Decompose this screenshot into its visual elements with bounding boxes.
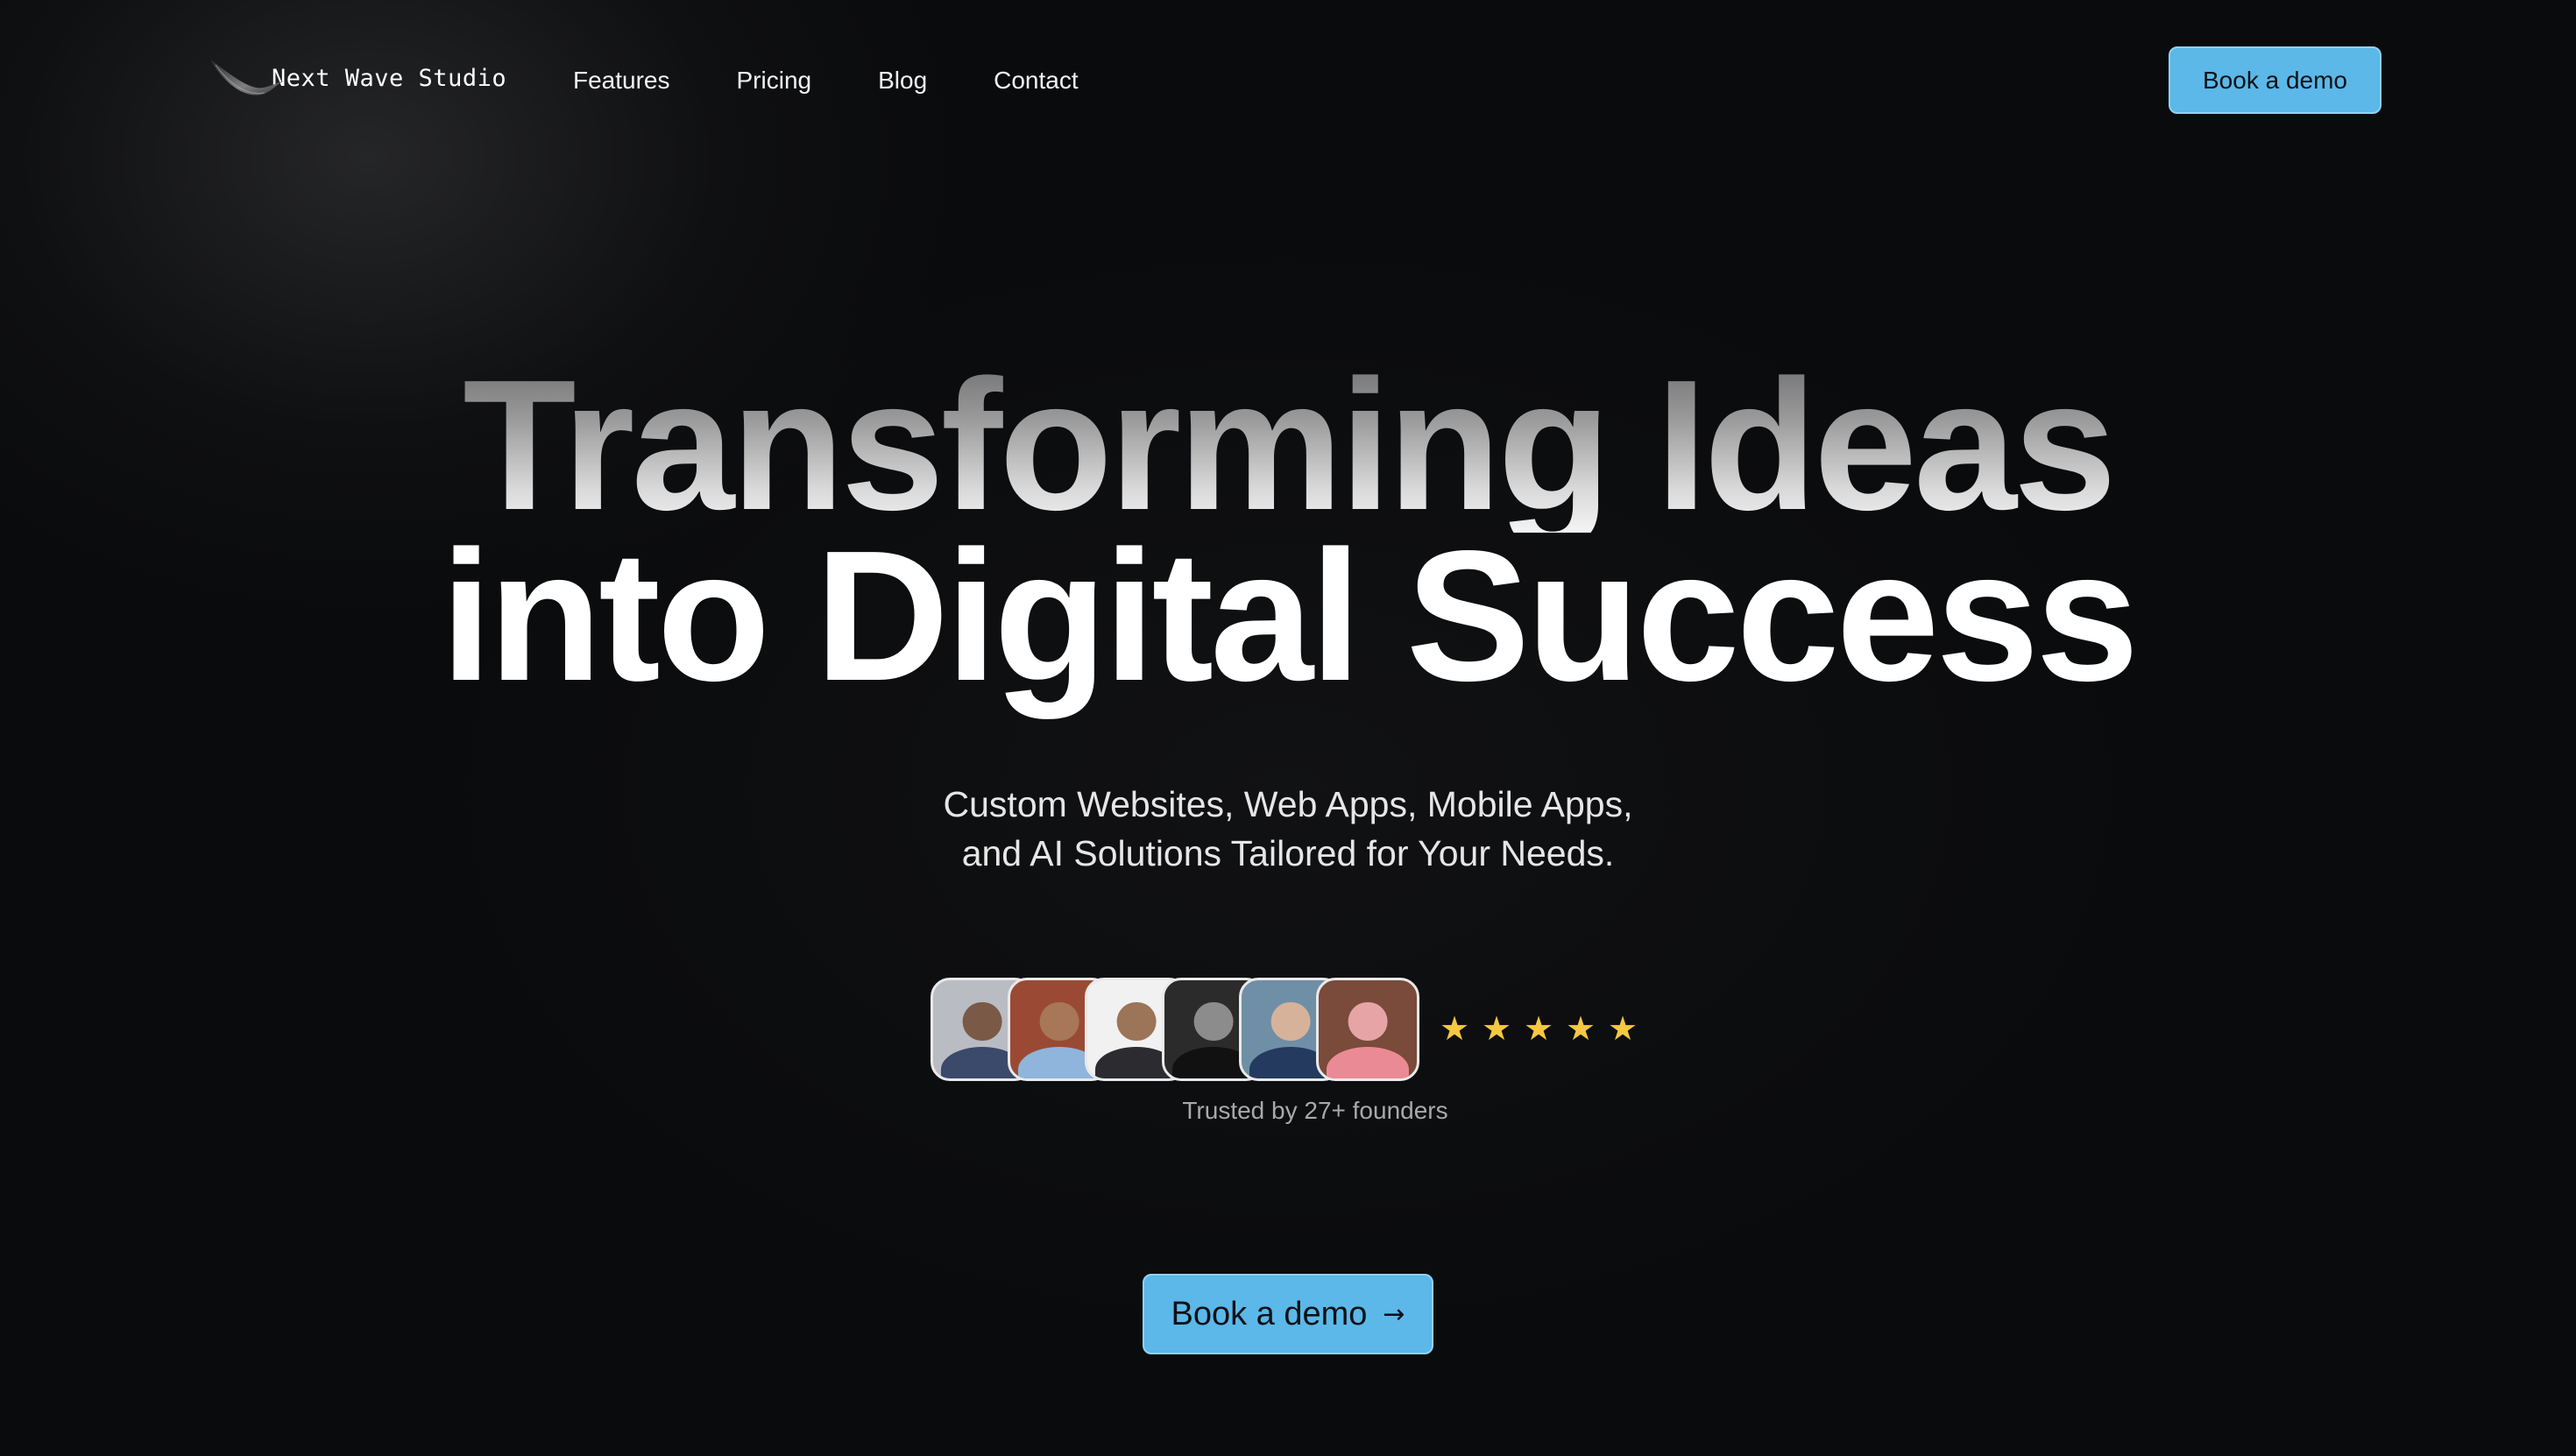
rating-stars: ★ ★ ★ ★ ★ (1439, 1009, 1638, 1048)
nav-book-demo-button[interactable]: Book a demo (2169, 46, 2381, 114)
trusted-by-text: Trusted by 27+ founders (1182, 1097, 1448, 1124)
background-glow (0, 0, 2576, 1456)
star-icon: ★ (1481, 1009, 1512, 1048)
brand-name: Next Wave Studio (272, 65, 507, 92)
star-icon: ★ (1565, 1009, 1596, 1048)
wave-swoosh-icon (210, 60, 284, 95)
hero-subtitle-line1: Custom Websites, Web Apps, Mobile Apps, (943, 784, 1633, 824)
founder-avatars (929, 974, 1428, 1086)
top-navigation: Next Wave Studio Features Pricing Blog C… (0, 0, 2576, 161)
avatar (1316, 978, 1419, 1081)
hero-title: Transforming Ideas into Digital Success (0, 352, 2576, 719)
star-icon: ★ (1523, 1009, 1554, 1048)
hero-cta-label: Book a demo (1171, 1295, 1368, 1332)
star-icon: ★ (1607, 1009, 1638, 1048)
arrow-right-icon: → (1383, 1298, 1405, 1330)
nav-link-blog[interactable]: Blog (878, 63, 927, 98)
hero-title-line1: Transforming Ideas (0, 352, 2576, 538)
nav-link-contact[interactable]: Contact (994, 63, 1079, 98)
brand-logo[interactable]: Next Wave Studio (207, 54, 506, 103)
hero-book-demo-button[interactable]: Book a demo → (1143, 1274, 1433, 1354)
nav-links: Features Pricing Blog Contact (573, 63, 1079, 98)
social-proof: ★ ★ ★ ★ ★ (929, 974, 1647, 1086)
nav-link-pricing[interactable]: Pricing (737, 63, 812, 98)
nav-link-features[interactable]: Features (573, 63, 670, 98)
star-icon: ★ (1439, 1009, 1470, 1048)
hero-subtitle-line2: and AI Solutions Tailored for Your Needs… (961, 833, 1615, 873)
hero-title-line2: into Digital Success (440, 512, 2140, 719)
hero-subtitle: Custom Websites, Web Apps, Mobile Apps, … (0, 780, 2576, 878)
